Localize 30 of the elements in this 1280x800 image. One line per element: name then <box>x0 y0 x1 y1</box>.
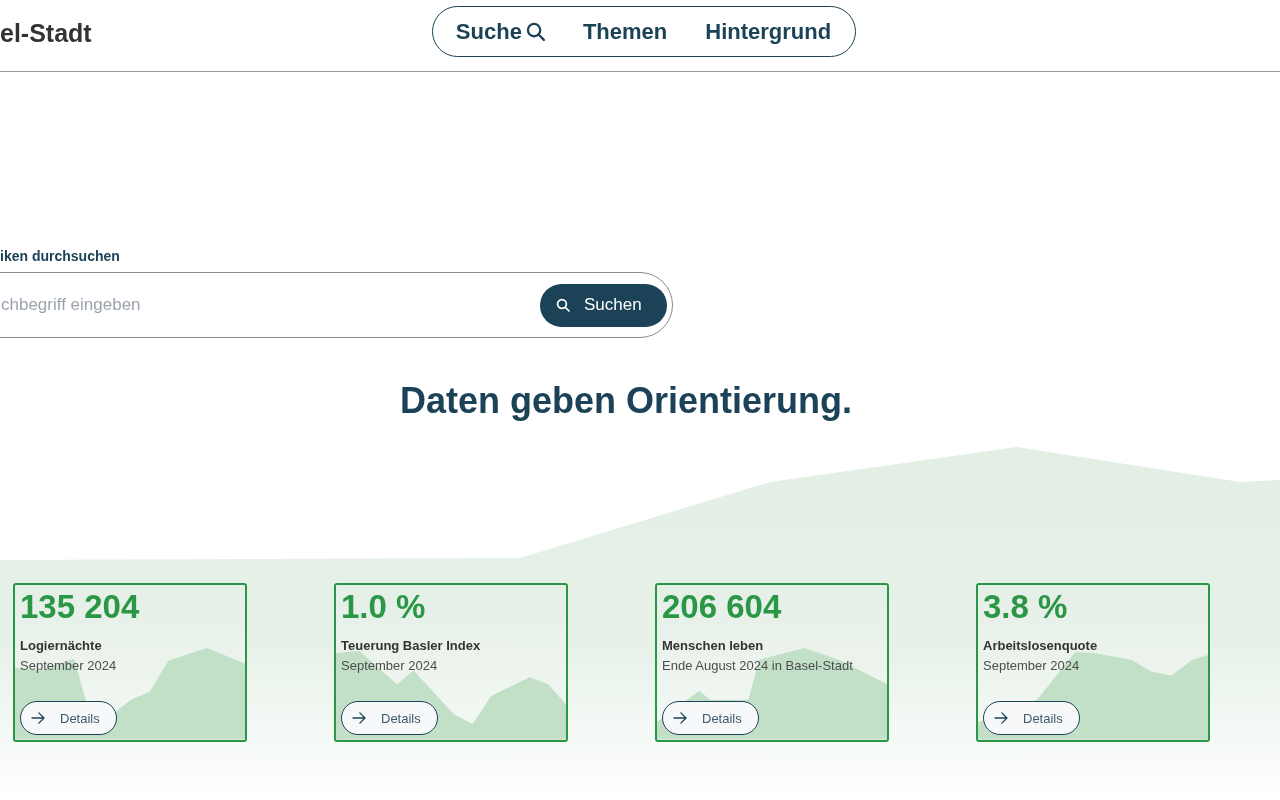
site-logo-text[interactable]: el-Stadt <box>0 19 92 52</box>
stat-subtitle: September 2024 <box>20 657 117 674</box>
stat-title: Logiernächte <box>20 637 102 654</box>
search-button[interactable]: Suchen <box>540 283 667 327</box>
arrow-right-icon <box>673 712 687 724</box>
stat-title: Arbeitslosenquote <box>983 637 1098 654</box>
details-button[interactable]: Details <box>341 701 438 735</box>
headline: Daten geben Orientierung. <box>399 379 853 423</box>
arrow-right-icon <box>352 712 366 724</box>
search-icon <box>525 22 545 41</box>
arrow-right-icon <box>31 712 45 724</box>
details-button[interactable]: Details <box>662 701 759 735</box>
stat-value: 1.0 % <box>341 589 426 625</box>
stat-value: 206 604 <box>662 589 782 625</box>
details-button[interactable]: Details <box>20 701 117 735</box>
details-button[interactable]: Details <box>983 701 1080 735</box>
nav-link[interactable]: Suche <box>455 18 545 45</box>
stat-title: Menschen leben <box>662 637 764 654</box>
stat-subtitle: September 2024 <box>341 657 438 674</box>
stat-value: 135 204 <box>20 589 140 625</box>
nav-link[interactable]: Hintergrund <box>705 18 832 45</box>
stat-value: 3.8 % <box>983 589 1068 625</box>
search-field[interactable]: chbegriff eingeben Suchen <box>0 272 673 338</box>
arrow-right-icon <box>994 712 1008 724</box>
stat-title: Teuerung Basler Index <box>341 637 481 654</box>
stat-subtitle: Ende August 2024 in Basel-Stadt <box>662 657 853 674</box>
nav-link[interactable]: Themen <box>582 18 668 45</box>
search-icon <box>556 298 570 312</box>
stat-subtitle: September 2024 <box>983 657 1080 674</box>
search-label: iken durchsuchen <box>0 248 120 265</box>
